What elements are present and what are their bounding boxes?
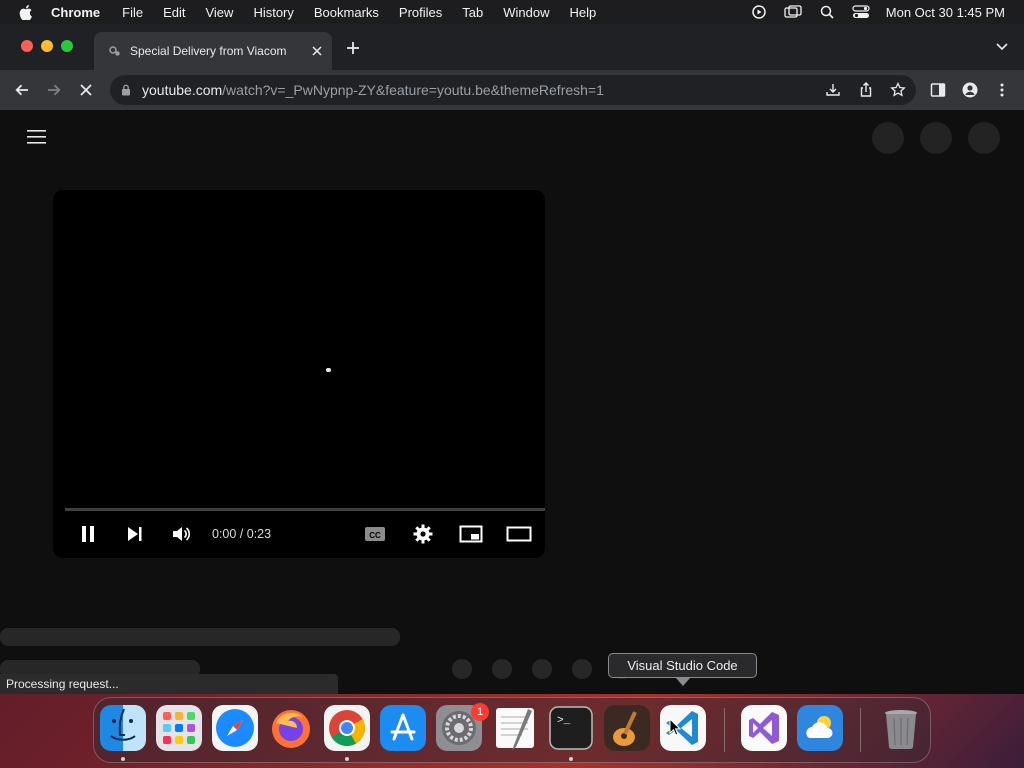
title-skeleton [0,628,400,646]
dock-tooltip: Visual Studio Code [608,653,757,678]
mouse-cursor-icon [669,718,681,736]
chrome-running-dot [345,757,349,761]
header-placeholder-button[interactable] [968,122,1000,154]
browser-tab-active[interactable]: Special Delivery from Viacom [94,32,332,70]
loading-favicon-icon [109,46,120,56]
close-tab-icon[interactable] [310,44,324,58]
garageband-icon[interactable] [604,705,650,751]
action-skeleton-dot [452,659,472,679]
pause-icon[interactable] [78,524,98,544]
dock-separator [860,708,861,752]
svg-text:>_: >_ [557,715,571,727]
action-skeleton-dot [492,659,512,679]
status-bubble: Processing request... [0,674,338,694]
safari-icon[interactable] [212,705,258,751]
profile-avatar-icon[interactable] [962,82,978,98]
finder-running-dot [121,757,125,761]
tab-title: Special Delivery from Viacom [130,44,287,58]
menu-tab[interactable]: Tab [462,5,483,20]
lock-icon[interactable] [121,84,131,96]
hamburger-menu-icon[interactable] [27,130,46,144]
menu-clock[interactable]: Mon Oct 30 1:45 PM [886,5,1005,20]
miniplayer-icon[interactable] [459,524,483,544]
chrome-icon[interactable] [324,705,370,751]
weather-icon[interactable] [797,705,843,751]
menu-profiles[interactable]: Profiles [399,5,442,20]
address-bar[interactable]: youtube.com/watch?v=_PwNypnp-ZY&feature=… [110,75,916,105]
tab-search-chevron-icon[interactable] [996,43,1008,51]
kebab-menu-icon[interactable] [994,82,1010,98]
menu-edit[interactable]: Edit [163,5,185,20]
url-path: /watch?v=_PwNypnp-ZY&feature=youtu.be&th… [222,82,604,98]
forward-arrow-icon[interactable] [46,82,62,98]
firefox-icon[interactable] [268,705,314,751]
settings-gear-icon[interactable] [413,524,433,544]
side-panel-icon[interactable] [930,82,946,98]
install-app-icon[interactable] [825,82,841,98]
apple-icon[interactable] [19,4,33,20]
dock-separator [724,708,725,752]
tab-strip: Special Delivery from Viacom [0,24,1024,70]
notification-badge: 1 [471,703,489,721]
youtube-page: 0:00 / 0:23 CC [0,110,1024,694]
visual-studio-icon[interactable] [741,705,787,751]
share-icon[interactable] [858,82,874,98]
maximize-window-button[interactable] [61,40,73,52]
theater-mode-icon[interactable] [506,524,532,544]
close-window-button[interactable] [21,40,33,52]
visual-studio-code-icon[interactable] [660,705,706,751]
player-controls: 0:00 / 0:23 CC [53,516,545,552]
video-time-display: 0:00 / 0:23 [212,527,272,541]
action-skeleton-dot [572,659,592,679]
menu-window[interactable]: Window [503,5,549,20]
closed-captions-icon[interactable]: CC [364,524,386,544]
spotlight-search-icon[interactable] [818,5,836,19]
header-placeholder-button[interactable] [872,122,904,154]
finder-icon[interactable] [100,705,146,751]
url-text[interactable]: youtube.com/watch?v=_PwNypnp-ZY&feature=… [142,82,604,98]
stage-manager-icon[interactable] [784,5,802,19]
video-progress-bar[interactable] [65,508,545,511]
svg-text:CC: CC [369,531,381,540]
control-center-icon[interactable] [852,5,870,19]
menu-file[interactable]: File [122,5,143,20]
volume-icon[interactable] [171,524,191,544]
new-tab-icon[interactable] [346,41,360,55]
browser-toolbar: youtube.com/watch?v=_PwNypnp-ZY&feature=… [0,70,1024,110]
url-host: youtube.com [142,82,223,98]
menu-help[interactable]: Help [570,5,597,20]
loading-spinner [326,368,331,372]
bookmark-star-icon[interactable] [890,82,906,98]
menu-bookmarks[interactable]: Bookmarks [314,5,379,20]
textedit-icon[interactable] [492,705,538,751]
menu-app-name[interactable]: Chrome [51,5,100,20]
next-video-icon[interactable] [125,524,145,544]
screen-recording-icon[interactable] [750,5,768,19]
action-skeleton-dot [532,659,552,679]
menu-history[interactable]: History [253,5,293,20]
trash-icon[interactable] [878,705,924,751]
minimize-window-button[interactable] [41,40,53,52]
menu-bar: Chrome File Edit View History Bookmarks … [0,0,1024,24]
header-placeholder-button[interactable] [920,122,952,154]
app-store-icon[interactable] [380,705,426,751]
dock-tooltip-arrow [676,678,690,686]
back-arrow-icon[interactable] [14,82,30,98]
terminal-running-dot [569,757,573,761]
terminal-icon[interactable]: >_ [548,705,594,751]
video-player[interactable]: 0:00 / 0:23 CC [53,190,545,558]
menu-view[interactable]: View [205,5,233,20]
launchpad-icon[interactable] [156,705,202,751]
chrome-window: Special Delivery from Viacom youtube.com… [0,24,1024,694]
stop-loading-icon[interactable] [78,82,94,98]
dock: 1 >_ [93,697,931,763]
